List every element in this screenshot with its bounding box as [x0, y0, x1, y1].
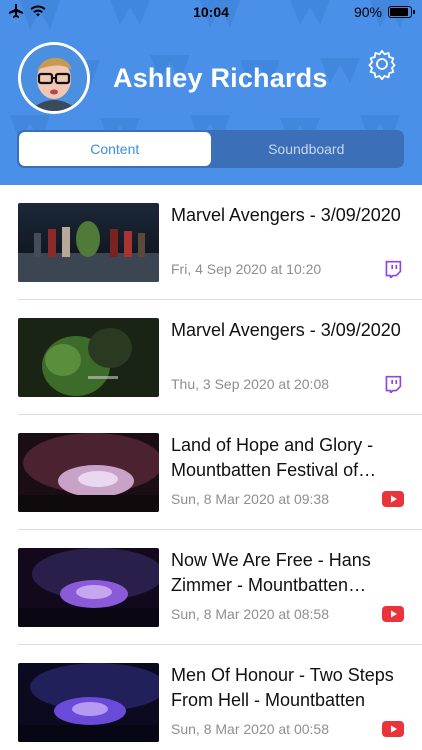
item-title: Men Of Honour - Two Steps From Hell - Mo… [171, 665, 394, 710]
tab-soundboard[interactable]: Soundboard [211, 132, 403, 166]
video-thumbnail [18, 433, 159, 512]
video-thumbnail [18, 318, 159, 397]
avatar[interactable] [18, 42, 90, 114]
list-item[interactable]: Land of Hope and Glory - Mountbatten Fes… [0, 415, 422, 530]
list-item[interactable]: Marvel Avengers - 3/09/2020 Fri, 4 Sep 2… [0, 185, 422, 300]
tab-content[interactable]: Content [19, 132, 211, 166]
list-item[interactable]: Now We Are Free - Hans Zimmer - Mountbat… [0, 530, 422, 645]
twitch-icon [385, 375, 402, 393]
profile-header: 10:04 90% Ashley Richards Content Soundb… [0, 0, 422, 185]
item-title: Now We Are Free - Hans Zimmer - Mountbat… [171, 550, 371, 595]
item-date: Thu, 3 Sep 2020 at 20:08 [171, 376, 330, 392]
list-item[interactable]: Men Of Honour - Two Steps From Hell - Mo… [0, 645, 422, 750]
battery-percentage: 90% [353, 4, 382, 20]
item-title: Marvel Avengers - 3/09/2020 [171, 205, 401, 225]
status-right: 90% [353, 4, 415, 20]
youtube-icon [382, 721, 404, 737]
item-date: Fri, 4 Sep 2020 at 10:20 [171, 261, 322, 277]
avatar-portrait [21, 45, 87, 111]
item-date: Sun, 8 Mar 2020 at 08:58 [171, 606, 329, 622]
video-thumbnail [18, 548, 159, 627]
item-date: Sun, 8 Mar 2020 at 09:38 [171, 491, 329, 507]
status-bar: 10:04 90% [0, 0, 422, 24]
avatar-image [21, 45, 87, 111]
youtube-icon [382, 606, 404, 622]
video-thumbnail [18, 203, 159, 282]
youtube-icon [382, 491, 404, 507]
battery-fill [390, 8, 408, 16]
list-item[interactable]: Marvel Avengers - 3/09/2020 Thu, 3 Sep 2… [0, 300, 422, 415]
item-date: Sun, 8 Mar 2020 at 00:58 [171, 721, 329, 737]
profile-name: Ashley Richards [113, 63, 328, 93]
item-title: Marvel Avengers - 3/09/2020 [171, 320, 401, 340]
item-title: Land of Hope and Glory - Mountbatten Fes… [171, 435, 374, 480]
content-segmented-control: Content Soundboard [17, 130, 404, 168]
twitch-icon [385, 260, 402, 278]
content-list: Marvel Avengers - 3/09/2020 Fri, 4 Sep 2… [0, 185, 422, 750]
video-thumbnail [18, 663, 159, 742]
battery-icon [388, 6, 415, 18]
settings-gear-icon[interactable] [366, 48, 398, 80]
